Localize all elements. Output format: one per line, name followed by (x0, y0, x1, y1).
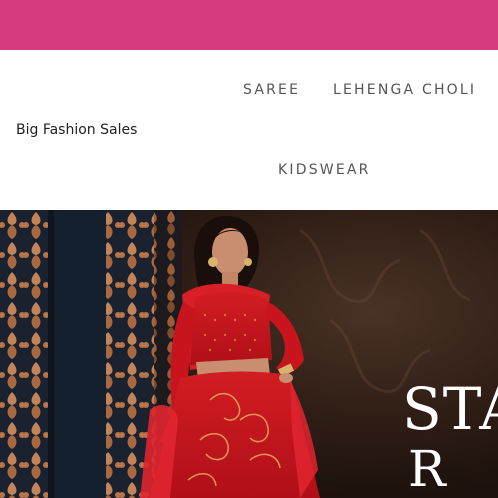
hero-banner[interactable]: STA R (0, 210, 498, 498)
top-announcement-bar (0, 0, 498, 50)
nav-item-kidswear[interactable]: KIDSWEAR (278, 162, 371, 178)
hero-headline-line2: R (408, 440, 449, 498)
nav-item-lehenga-choli[interactable]: LEHENGA CHOLI (333, 82, 476, 98)
brand-logo-link[interactable]: Big Fashion Sales (16, 122, 137, 138)
hero-headline-line1: STA (402, 375, 498, 443)
page: Big Fashion Sales SAREE LEHENGA CHOLI KI… (0, 0, 498, 498)
site-header: Big Fashion Sales SAREE LEHENGA CHOLI KI… (0, 50, 498, 210)
nav-item-saree[interactable]: SAREE (243, 82, 300, 98)
